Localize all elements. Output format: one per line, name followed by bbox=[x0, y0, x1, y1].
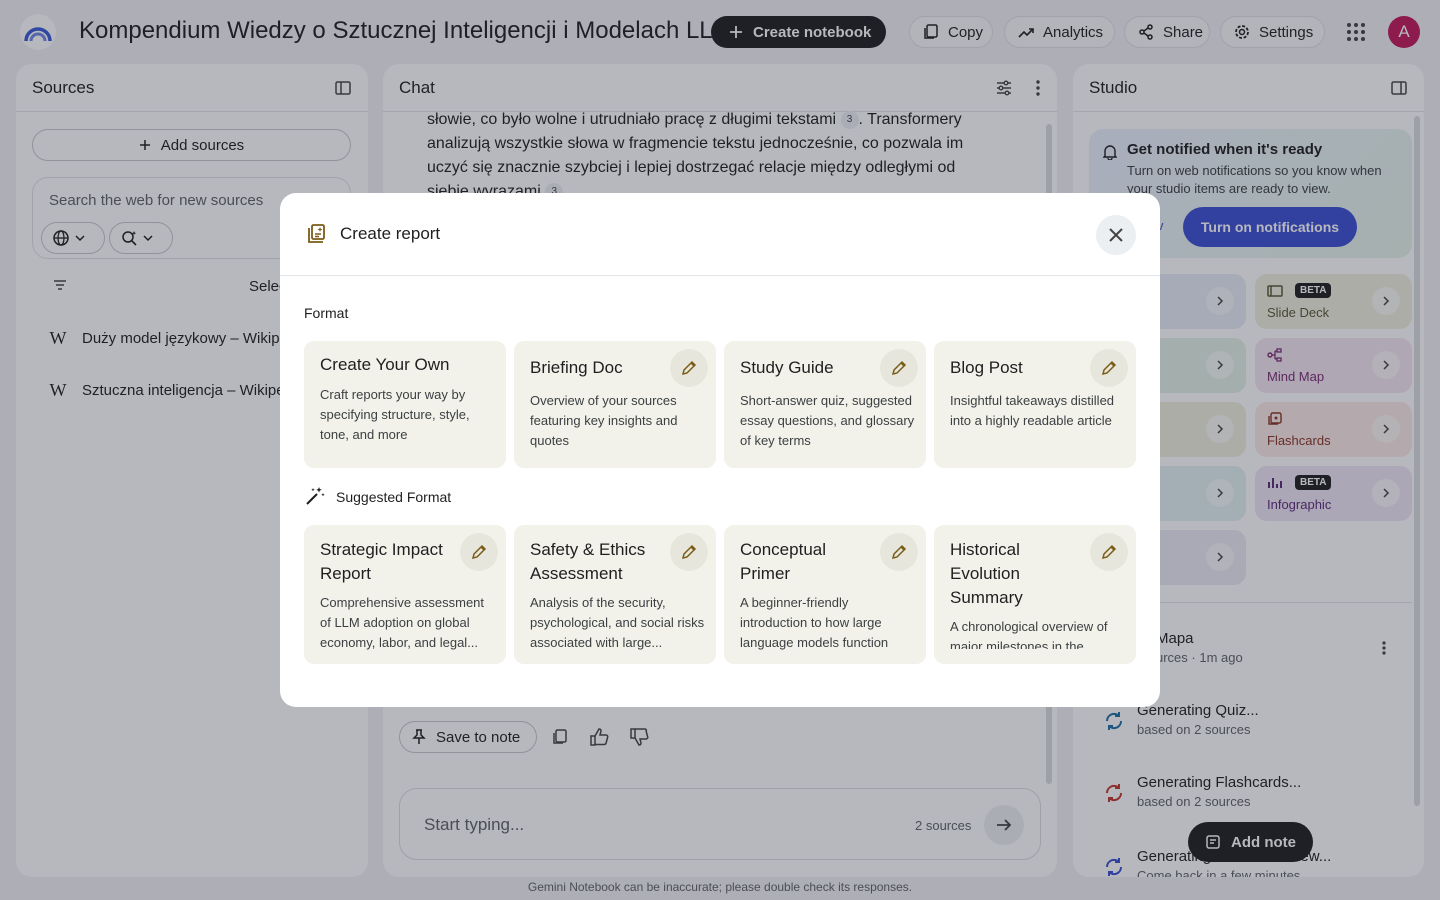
card-description: Craft reports your way by specifying str… bbox=[320, 387, 470, 442]
card-title: Safety & Ethics Assessment bbox=[530, 540, 646, 583]
format-card-create-your-own[interactable]: Create Your Own Craft reports your way b… bbox=[304, 341, 506, 468]
card-description: Analysis of the security, psychological,… bbox=[530, 595, 705, 650]
close-button[interactable] bbox=[1096, 215, 1136, 255]
card-title: Study Guide bbox=[740, 358, 834, 377]
pencil-icon bbox=[891, 360, 907, 376]
card-title: Historical Evolution Summary bbox=[950, 540, 1023, 607]
magic-wand-icon bbox=[304, 485, 326, 507]
card-description: A chronological overview of major milest… bbox=[950, 619, 1108, 649]
format-card-briefing-doc[interactable]: Briefing Doc Overview of your sources fe… bbox=[514, 341, 716, 468]
pencil-icon bbox=[681, 544, 697, 560]
dialog-header: Create report bbox=[280, 193, 1160, 276]
pencil-icon bbox=[891, 544, 907, 560]
card-title: Briefing Doc bbox=[530, 358, 623, 377]
format-card-study-guide[interactable]: Study Guide Short-answer quiz, suggested… bbox=[724, 341, 926, 468]
create-report-dialog: Create report Format Create Your Own Cra… bbox=[280, 193, 1160, 707]
card-description: Overview of your sources featuring key i… bbox=[530, 393, 678, 448]
card-title: Conceptual Primer bbox=[740, 540, 827, 583]
pencil-icon bbox=[471, 544, 487, 560]
suggested-card-historical-evolution[interactable]: Historical Evolution Summary A chronolog… bbox=[934, 525, 1136, 664]
card-description: Short-answer quiz, suggested essay quest… bbox=[740, 393, 915, 448]
edit-button[interactable] bbox=[1090, 533, 1128, 571]
report-sparkle-icon bbox=[304, 222, 328, 246]
edit-button[interactable] bbox=[880, 533, 918, 571]
format-section-label: Format bbox=[304, 305, 349, 321]
suggested-card-strategic-impact[interactable]: Strategic Impact Report Comprehensive as… bbox=[304, 525, 506, 664]
suggested-card-safety-ethics[interactable]: Safety & Ethics Assessment Analysis of t… bbox=[514, 525, 716, 664]
card-description: Comprehensive assessment of LLM adoption… bbox=[320, 595, 485, 650]
edit-button[interactable] bbox=[670, 533, 708, 571]
card-description: A beginner-friendly introduction to how … bbox=[740, 595, 889, 650]
edit-button[interactable] bbox=[670, 349, 708, 387]
pencil-icon bbox=[1101, 544, 1117, 560]
format-card-blog-post[interactable]: Blog Post Insightful takeaways distilled… bbox=[934, 341, 1136, 468]
edit-button[interactable] bbox=[460, 533, 498, 571]
dialog-title: Create report bbox=[340, 224, 441, 243]
edit-button[interactable] bbox=[1090, 349, 1128, 387]
suggested-section-label: Suggested Format bbox=[336, 489, 452, 505]
card-title: Blog Post bbox=[950, 358, 1023, 377]
card-description: Insightful takeaways distilled into a hi… bbox=[950, 393, 1115, 428]
card-title: Create Your Own bbox=[320, 355, 450, 374]
pencil-icon bbox=[681, 360, 697, 376]
card-title: Strategic Impact Report bbox=[320, 540, 443, 583]
edit-button[interactable] bbox=[880, 349, 918, 387]
close-icon bbox=[1108, 227, 1124, 243]
pencil-icon bbox=[1101, 360, 1117, 376]
suggested-card-conceptual-primer[interactable]: Conceptual Primer A beginner-friendly in… bbox=[724, 525, 926, 664]
